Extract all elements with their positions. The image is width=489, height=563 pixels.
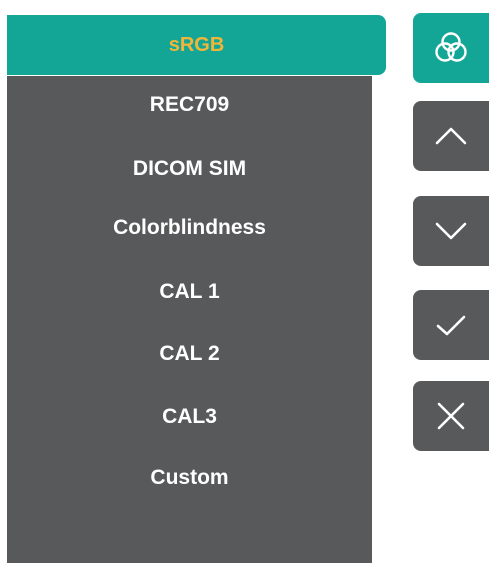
mode-item-cal3[interactable]: CAL3 <box>7 393 372 441</box>
mode-item-dicom-sim[interactable]: DICOM SIM <box>7 145 372 193</box>
mode-item-rec709[interactable]: REC709 <box>7 81 372 129</box>
close-icon <box>437 402 465 430</box>
chevron-up-icon <box>435 127 467 145</box>
move-up-button[interactable] <box>413 101 489 171</box>
checkmark-icon <box>436 315 466 336</box>
color-mode-button[interactable] <box>413 13 489 83</box>
mode-item-srgb[interactable]: sRGB <box>7 15 386 75</box>
move-down-button[interactable] <box>413 196 489 266</box>
chevron-down-icon <box>435 222 467 240</box>
mode-item-custom[interactable]: Custom <box>7 454 372 502</box>
mode-item-cal-1[interactable]: CAL 1 <box>7 268 372 316</box>
confirm-button[interactable] <box>413 290 489 360</box>
color-circles-icon <box>435 32 467 62</box>
osd-color-mode-menu: sRGB REC709 DICOM SIM Colorblindness CAL… <box>0 0 489 563</box>
close-button[interactable] <box>413 381 489 451</box>
mode-item-colorblindness[interactable]: Colorblindness <box>7 204 372 252</box>
mode-item-cal-2[interactable]: CAL 2 <box>7 330 372 378</box>
